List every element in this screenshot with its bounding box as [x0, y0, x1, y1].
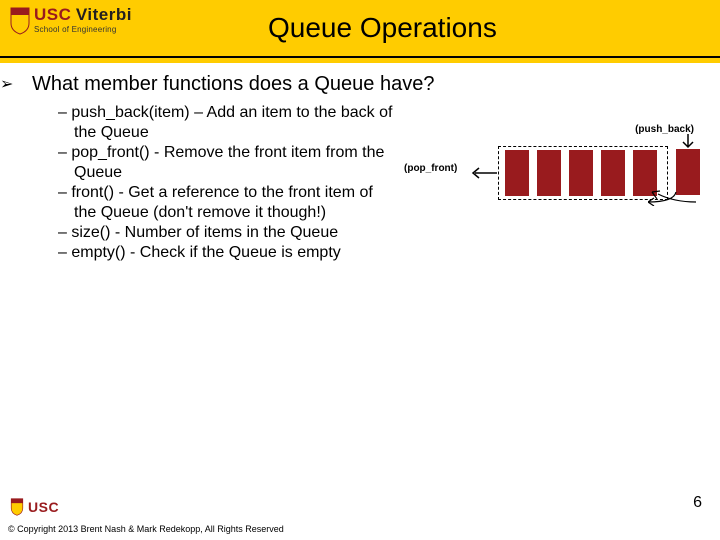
queue-slot [505, 150, 529, 196]
logo-usc-text: USC [34, 5, 71, 24]
queue-container [498, 146, 668, 200]
list-item: – front() - Get a reference to the front… [58, 183, 398, 223]
queue-diagram: (push_back) (pop_front) [472, 130, 704, 220]
queue-slot [569, 150, 593, 196]
title-underline-gold [0, 58, 720, 63]
incoming-item [676, 149, 700, 195]
slide-title: Queue Operations [268, 12, 497, 44]
queue-slot [601, 150, 625, 196]
question-text: What member functions does a Queue have? [32, 73, 434, 95]
enqueue-arrow-icon [648, 190, 704, 206]
sub-bullet-list: – push_back(item) – Add an item to the b… [58, 103, 398, 263]
footer-logo: USC [10, 498, 59, 516]
push-arrow-icon [680, 134, 696, 150]
logo-viterbi-text: Viterbi [76, 5, 132, 24]
logo-school-text: School of Engineering [34, 26, 132, 34]
list-item: – push_back(item) – Add an item to the b… [58, 103, 398, 143]
main-bullet: ➢What member functions does a Queue have… [18, 72, 702, 97]
pop-front-label: (pop_front) [404, 163, 457, 174]
page-number: 6 [693, 494, 702, 512]
shield-icon [10, 7, 30, 35]
bullet-arrow-icon: ➢ [18, 75, 32, 95]
usc-viterbi-logo: USC Viterbi School of Engineering [10, 6, 132, 35]
queue-slot [537, 150, 561, 196]
copyright-text: © Copyright 2013 Brent Nash & Mark Redek… [8, 524, 284, 534]
shield-icon [10, 498, 24, 516]
list-item: – empty() - Check if the Queue is empty [58, 243, 398, 263]
list-item: – pop_front() - Remove the front item fr… [58, 143, 398, 183]
footer-usc-text: USC [28, 499, 59, 515]
watermark-v-icon [410, 280, 720, 540]
dequeue-arrow-icon [469, 166, 497, 180]
list-item: – size() - Number of items in the Queue [58, 223, 398, 243]
header-band: USC Viterbi School of Engineering Queue … [0, 0, 720, 56]
